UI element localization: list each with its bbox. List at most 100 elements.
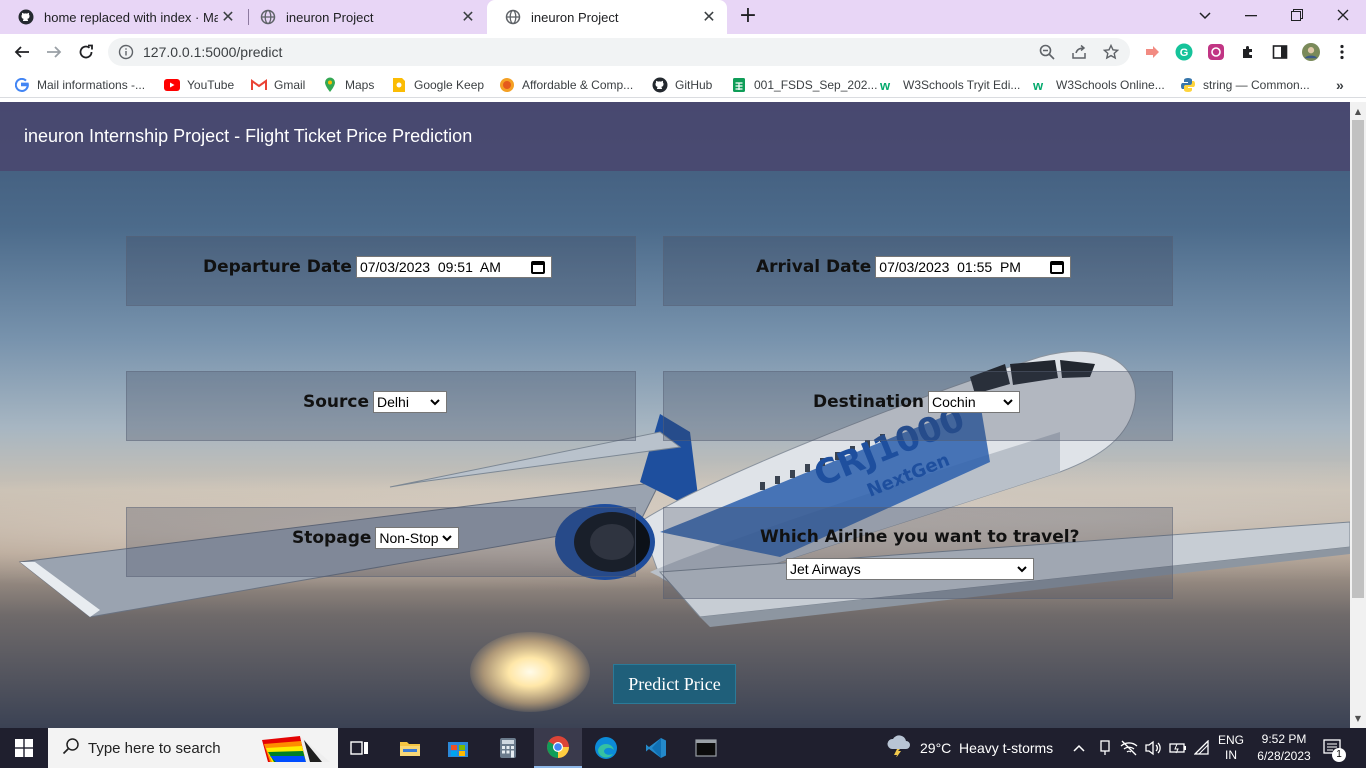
back-button[interactable] (8, 38, 36, 66)
maps-icon (322, 77, 338, 93)
task-view-icon[interactable] (336, 728, 384, 768)
file-explorer-icon[interactable] (386, 728, 434, 768)
close-window-button[interactable] (1320, 0, 1366, 30)
bookmark-maps[interactable]: Maps (322, 76, 374, 94)
github-icon (652, 77, 668, 93)
microsoft-store-icon[interactable] (434, 728, 482, 768)
svg-text:w: w (880, 78, 891, 92)
windows-start-icon[interactable] (0, 728, 48, 768)
forward-button[interactable] (40, 38, 68, 66)
bookmark-string-common[interactable]: string — Common... (1180, 76, 1310, 94)
bookmark-w3schools-tryit[interactable]: w W3Schools Tryit Edi... (880, 76, 1020, 94)
tab-label: ineuron Project (531, 9, 619, 25)
star-icon[interactable] (1102, 43, 1120, 61)
bookmark-gmail[interactable]: Gmail (251, 76, 305, 94)
airline-card (663, 507, 1173, 599)
chevron-down-icon (442, 535, 453, 542)
side-panel-icon[interactable] (1271, 43, 1289, 61)
airline-field: Jet Airways (786, 558, 1034, 580)
wifi-icon[interactable] (1194, 728, 1210, 768)
source-label: Source (303, 392, 370, 412)
new-tab-button[interactable]: + (737, 4, 759, 28)
pride-search-highlight-icon (260, 732, 332, 768)
bookmark-affordable[interactable]: Affordable & Comp... (499, 76, 633, 94)
bookmark-fsds[interactable]: 001_FSDS_Sep_202... (731, 76, 877, 94)
orange-circle-icon (499, 77, 515, 93)
python-icon (1180, 77, 1196, 93)
tab-github[interactable]: home replaced with index · Maur ✕ (0, 0, 246, 34)
keep-icon (391, 77, 407, 93)
instagram-icon[interactable] (1207, 43, 1225, 61)
info-icon[interactable] (118, 44, 134, 60)
restore-button[interactable] (1274, 0, 1320, 30)
page-viewport: CRJ1000 NextGen ineuron Internship Proje… (0, 102, 1350, 728)
bookmark-label: GitHub (675, 78, 713, 92)
globe-icon (260, 9, 276, 25)
notification-badge: 1 (1332, 748, 1346, 762)
tab-ineuron-1[interactable]: ineuron Project ✕ (242, 0, 486, 34)
share-icon[interactable] (1070, 43, 1088, 61)
tab-search-chevron-icon[interactable] (1182, 0, 1228, 30)
gmail-icon (251, 77, 267, 93)
chevron-down-icon (1003, 399, 1013, 406)
source-select[interactable]: Delhi (373, 391, 448, 413)
zoom-icon[interactable] (1038, 43, 1056, 61)
bookmark-youtube[interactable]: YouTube (164, 76, 234, 94)
close-icon[interactable]: ✕ (218, 7, 238, 27)
stopage-select[interactable]: Non-Stop (375, 527, 460, 549)
scroll-down-arrow-icon[interactable]: ▼ (1350, 711, 1366, 727)
chrome-taskbar-icon[interactable] (534, 728, 582, 768)
arrival-value: 07/03/2023 01:55 PM (879, 259, 1021, 275)
calculator-icon[interactable] (484, 728, 532, 768)
scrollbar-thumb[interactable] (1352, 120, 1364, 598)
scroll-up-arrow-icon[interactable]: ▲ (1350, 104, 1366, 120)
globe-icon (505, 9, 521, 25)
show-hidden-icons-chevron-icon[interactable] (1072, 728, 1086, 768)
close-icon[interactable]: ✕ (458, 7, 478, 27)
minimize-button[interactable] (1228, 0, 1274, 30)
usb-device-icon[interactable] (1097, 728, 1113, 768)
profile-avatar[interactable] (1302, 43, 1320, 61)
destination-value: Cochin (932, 394, 976, 410)
battery-icon[interactable] (1169, 728, 1187, 768)
arrival-datetime-input[interactable]: 07/03/2023 01:55 PM (875, 256, 1072, 278)
notification-center-icon[interactable]: 1 (1322, 728, 1346, 768)
extension-arrow-icon[interactable] (1143, 43, 1161, 61)
tab-label: ineuron Project (286, 9, 374, 25)
airline-select[interactable]: Jet Airways (786, 558, 1034, 580)
bookmark-google-keep[interactable]: Google Keep (391, 76, 484, 94)
calendar-icon[interactable] (1050, 261, 1065, 274)
bookmark-label: YouTube (187, 78, 235, 92)
taskbar-search-box[interactable]: Type here to search (48, 728, 338, 768)
stopage-value: Non-Stop (379, 530, 439, 546)
w3schools-icon: w (880, 77, 896, 93)
tab-ineuron-active[interactable]: ineuron Project ✕ (487, 0, 727, 34)
terminal-icon[interactable] (682, 728, 730, 768)
network-offline-icon[interactable] (1120, 728, 1138, 768)
bookmark-mail-informations[interactable]: Mail informations -... (14, 76, 145, 94)
clock-time: 9:52 PM (1261, 732, 1307, 746)
clock[interactable]: 9:52 PM 6/28/2023 (1254, 728, 1314, 768)
url-text[interactable]: 127.0.0.1:5000/predict (143, 44, 282, 60)
calendar-icon[interactable] (530, 261, 545, 274)
storm-cloud-icon (886, 734, 912, 762)
lang-bottom: IN (1225, 748, 1237, 762)
bookmark-w3schools-online[interactable]: w W3Schools Online... (1033, 76, 1165, 94)
departure-datetime-input[interactable]: 07/03/2023 09:51 AM (355, 256, 552, 278)
reload-button[interactable] (72, 38, 100, 66)
grammarly-icon[interactable]: G (1175, 43, 1193, 61)
predict-price-button[interactable]: Predict Price (613, 664, 736, 704)
language-indicator[interactable]: ENG IN (1218, 728, 1244, 768)
destination-select[interactable]: Cochin (928, 391, 1021, 413)
weather-widget[interactable]: 29°C Heavy t-storms (886, 728, 1053, 768)
extensions-puzzle-icon[interactable] (1239, 43, 1257, 61)
vscode-icon[interactable] (632, 728, 680, 768)
bookmarks-overflow-button[interactable]: » (1336, 76, 1344, 94)
edge-icon[interactable] (582, 728, 630, 768)
menu-kebab-icon[interactable] (1333, 43, 1351, 61)
bookmark-label: Maps (345, 78, 375, 92)
close-icon[interactable]: ✕ (699, 7, 719, 27)
volume-icon[interactable] (1144, 728, 1162, 768)
bookmark-github[interactable]: GitHub (652, 76, 712, 94)
search-icon (62, 737, 80, 759)
